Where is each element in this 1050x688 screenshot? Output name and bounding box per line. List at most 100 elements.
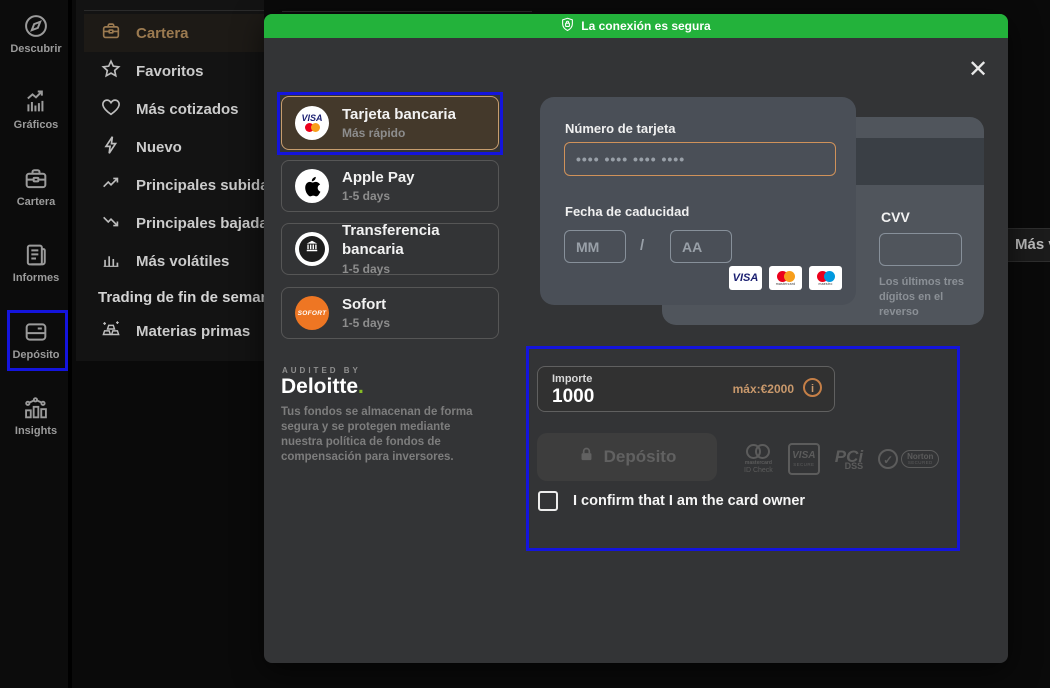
sidebar-item-label: Gráficos: [0, 119, 72, 131]
compass-icon: [0, 12, 72, 40]
deloitte-dot: .: [358, 375, 364, 398]
documents-icon: [0, 241, 72, 269]
confirm-owner-label: I confirm that I am the card owner: [573, 493, 805, 509]
amount-box: Importe máx:€2000 i: [537, 366, 835, 412]
bars-icon: [100, 248, 122, 275]
amount-max-hint: máx:€2000: [733, 382, 794, 396]
briefcase-icon: [100, 20, 122, 47]
submenu-item-label: Más volátiles: [136, 253, 229, 270]
amount-label: Importe: [552, 373, 592, 385]
cvv-hint-text: Los últimos tres dígitos en el reverso: [879, 275, 969, 320]
card-number-input[interactable]: [564, 142, 836, 176]
sidebar-item-label: Depósito: [0, 349, 72, 361]
apple-icon: [295, 169, 329, 203]
submenu-item-label: Nuevo: [136, 139, 182, 156]
submenu-item-label: Principales bajadas: [136, 215, 276, 232]
background-truncated-tab[interactable]: Más v: [1008, 228, 1050, 262]
submenu-section-weekend-trading[interactable]: Trading de fin de semana: [98, 289, 278, 306]
credit-card-icon: [0, 318, 72, 346]
banner-text: La conexión es segura: [581, 19, 710, 33]
lightning-icon: [100, 134, 122, 161]
deposit-modal: La conexión es segura ✕ VISA Tarjeta ban…: [264, 14, 1008, 663]
insights-chart-icon: [0, 394, 72, 422]
gold-bars-icon: [100, 318, 122, 345]
markets-submenu: Cartera Favoritos Más cotizados Nuevo Pr…: [76, 0, 264, 361]
lock-icon: [578, 446, 595, 468]
briefcase-icon: [0, 165, 72, 193]
mastercard-idcheck-badge-icon: mastercard ID Check: [744, 444, 773, 474]
secure-connection-banner: La conexión es segura: [264, 14, 1008, 38]
card-number-label: Número de tarjeta: [565, 121, 676, 136]
amount-input[interactable]: [552, 386, 702, 408]
submenu-item-label: Favoritos: [136, 63, 204, 80]
card-form-panel: Número de tarjeta Fecha de caducidad / V…: [540, 97, 856, 305]
confirm-owner-checkbox[interactable]: [538, 491, 558, 511]
funds-protection-text: Tus fondos se almacenan de forma segura …: [281, 405, 495, 465]
star-icon: [100, 58, 122, 85]
expiry-year-input[interactable]: [670, 230, 732, 263]
submenu-item-favoritos[interactable]: Favoritos: [84, 52, 264, 90]
visa-secure-badge-icon: VISASECURE: [788, 443, 820, 475]
submenu-item-label: Materias primas: [136, 323, 250, 340]
bar-chart-trend-icon: [0, 88, 72, 116]
maestro-chip-icon: maestro: [809, 266, 842, 290]
expiry-separator: /: [640, 237, 644, 254]
sidebar-item-descubrir[interactable]: Descubrir: [0, 12, 72, 76]
submenu-item-cartera[interactable]: Cartera: [84, 14, 264, 52]
deposit-button-label: Depósito: [604, 447, 677, 467]
deloitte-logo: Deloitte.: [281, 375, 364, 399]
sidebar-item-insights[interactable]: Insights: [0, 394, 72, 458]
confirm-owner-row: I confirm that I am the card owner: [538, 491, 805, 511]
expiry-label: Fecha de caducidad: [565, 204, 689, 219]
background-divider: [282, 11, 532, 12]
visa-mastercard-icon: VISA: [295, 106, 329, 140]
submenu-item-nuevo[interactable]: Nuevo: [84, 128, 264, 166]
bank-icon: [295, 232, 329, 266]
submenu-item-principales-subidas[interactable]: Principales subidas: [84, 166, 264, 204]
deposit-button[interactable]: Depósito: [537, 433, 717, 481]
sidebar-item-deposito[interactable]: Depósito: [0, 318, 72, 382]
submenu-item-label: Cartera: [136, 25, 189, 42]
close-icon[interactable]: ✕: [964, 56, 992, 84]
method-subtitle: 1-5 days: [342, 189, 415, 203]
method-transferencia-bancaria[interactable]: Transferencia bancaria 1-5 days: [281, 223, 499, 275]
submenu-item-materias-primas[interactable]: Materias primas: [84, 312, 264, 350]
method-title: Transferencia bancaria: [342, 222, 498, 260]
method-subtitle: 1-5 days: [342, 316, 390, 330]
trend-down-icon: [100, 210, 122, 237]
method-title: Apple Pay: [342, 169, 415, 188]
sidebar-item-label: Cartera: [0, 196, 72, 208]
visa-chip-icon: VISA: [729, 266, 762, 290]
sidebar-item-label: Informes: [0, 272, 72, 284]
method-subtitle: Más rápido: [342, 126, 456, 140]
cvv-label: CVV: [881, 209, 910, 225]
sidebar-item-informes[interactable]: Informes: [0, 241, 72, 305]
submenu-item-principales-bajadas[interactable]: Principales bajadas: [84, 204, 264, 242]
method-title: Sofort: [342, 296, 390, 315]
audited-by-label: AUDITED BY: [282, 366, 361, 375]
method-apple-pay[interactable]: Apple Pay 1-5 days: [281, 160, 499, 212]
mastercard-chip-icon: mastercard: [769, 266, 802, 290]
sidebar-item-label: Insights: [0, 425, 72, 437]
expiry-month-input[interactable]: [564, 230, 626, 263]
norton-secured-badge-icon: ✓ NortonSECURED: [878, 449, 939, 469]
method-tarjeta-bancaria[interactable]: VISA Tarjeta bancaria Más rápido: [281, 96, 499, 150]
trend-up-icon: [100, 172, 122, 199]
heart-icon: [100, 96, 122, 123]
pci-dss-badge-icon: PCi DSS: [835, 448, 863, 471]
sidebar-item-label: Descubrir: [0, 43, 72, 55]
method-title: Tarjeta bancaria: [342, 106, 456, 125]
shield-lock-icon: [561, 17, 574, 35]
submenu-item-mas-volatiles[interactable]: Más volátiles: [84, 242, 264, 280]
submenu-item-mas-cotizados[interactable]: Más cotizados: [84, 90, 264, 128]
info-icon[interactable]: i: [803, 378, 822, 397]
sidebar-item-cartera[interactable]: Cartera: [0, 165, 72, 229]
sidebar-item-graficos[interactable]: Gráficos: [0, 88, 72, 152]
sofort-icon: SOFORT: [295, 296, 329, 330]
submenu-divider: [84, 10, 264, 11]
security-badges: mastercard ID Check VISASECURE PCi DSS ✓…: [744, 436, 954, 482]
method-sofort[interactable]: SOFORT Sofort 1-5 days: [281, 287, 499, 339]
method-subtitle: 1-5 days: [342, 262, 498, 276]
primary-sidebar: Descubrir Gráficos Cartera Informes Depó…: [0, 0, 72, 688]
cvv-input[interactable]: [879, 233, 962, 266]
